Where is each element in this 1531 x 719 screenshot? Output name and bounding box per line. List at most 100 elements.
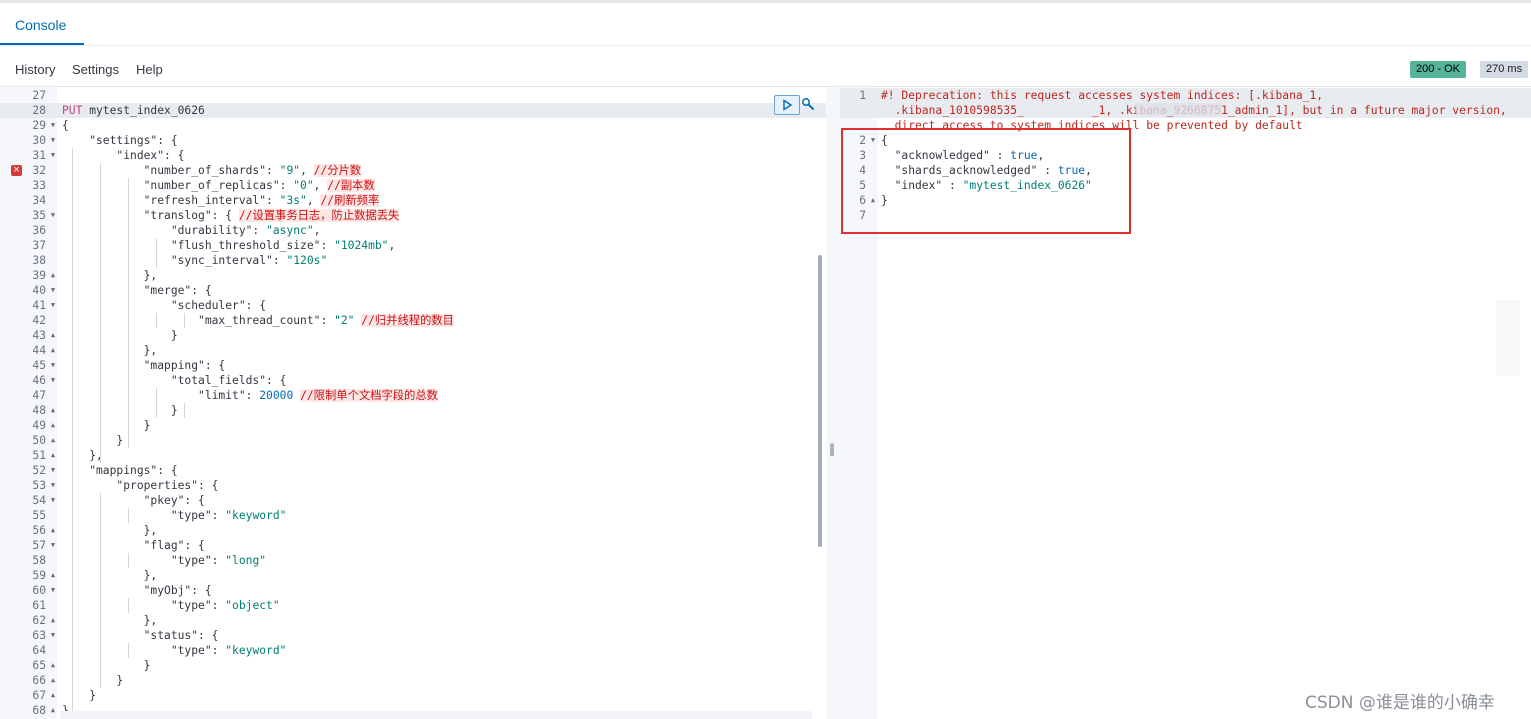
menu-help[interactable]: Help: [136, 62, 163, 77]
code-line[interactable]: 28 PUT mytest_index_0626: [0, 103, 826, 118]
code-token: "type":: [62, 554, 226, 567]
menu-settings[interactable]: Settings: [72, 62, 119, 77]
code-text: "type": "keyword": [62, 508, 287, 523]
code-line[interactable]: 55 "type": "keyword": [0, 508, 826, 523]
code-token: "status": {: [62, 629, 219, 642]
code-text: "sync_interval": "120s": [62, 253, 327, 268]
wrench-icon[interactable]: [801, 97, 815, 111]
code-line[interactable]: 27: [0, 88, 826, 103]
code-line[interactable]: 39 ▲ },: [0, 268, 826, 283]
fold-toggle-icon[interactable]: ▲: [49, 688, 57, 703]
panel-resizer[interactable]: ‖: [826, 87, 840, 719]
menu-history[interactable]: History: [15, 62, 55, 77]
code-line[interactable]: 46 ▼ "total_fields": {: [0, 373, 826, 388]
code-line[interactable]: 51 ▲ },: [0, 448, 826, 463]
line-number: 31: [32, 149, 46, 162]
code-line[interactable]: 66 ▲ }: [0, 673, 826, 688]
fold-toggle-icon[interactable]: ▲: [49, 613, 57, 628]
code-token: ,: [306, 194, 321, 207]
code-text: "max_thread_count": "2" //归并线程的数目: [62, 313, 454, 328]
fold-toggle-icon[interactable]: ▲: [49, 328, 57, 343]
fold-toggle-icon[interactable]: ▼: [49, 148, 57, 163]
code-line[interactable]: 49 ▲ }: [0, 418, 826, 433]
fold-toggle-icon[interactable]: ▲: [49, 673, 57, 688]
resize-handle-icon[interactable]: ‖: [829, 442, 835, 456]
request-scrollbar[interactable]: [818, 255, 822, 547]
request-editor[interactable]: 27 28 PUT mytest_index_0626 29 ▼{30 ▼ "settin…: [0, 87, 826, 719]
code-line[interactable]: 42 "max_thread_count": "2" //归并线程的数目: [0, 313, 826, 328]
code-line[interactable]: 38 "sync_interval": "120s": [0, 253, 826, 268]
request-horizontal-scrollbar[interactable]: [60, 711, 812, 719]
fold-toggle-icon[interactable]: ▲: [49, 568, 57, 583]
fold-toggle-icon[interactable]: ▼: [49, 133, 57, 148]
fold-toggle-icon[interactable]: ▼: [49, 358, 57, 373]
fold-toggle-icon[interactable]: ▲: [49, 268, 57, 283]
fold-toggle-icon[interactable]: ▲: [49, 703, 57, 718]
fold-toggle-icon[interactable]: ▼: [49, 283, 57, 298]
code-line[interactable]: 56 ▲ },: [0, 523, 826, 538]
line-number: 27: [32, 89, 46, 102]
code-line[interactable]: 65 ▲ }: [0, 658, 826, 673]
code-line[interactable]: 52 ▼ "mappings": {: [0, 463, 826, 478]
code-line[interactable]: 30 ▼ "settings": {: [0, 133, 826, 148]
fold-toggle-icon[interactable]: ▲: [49, 523, 57, 538]
code-line[interactable]: 62 ▲ },: [0, 613, 826, 628]
line-number: 56: [32, 524, 46, 537]
fold-toggle-icon[interactable]: ▼: [49, 463, 57, 478]
code-line[interactable]: 33 "number_of_replicas": "0", //副本数: [0, 178, 826, 193]
code-token: "durability":: [62, 224, 267, 237]
fold-toggle-icon[interactable]: ▲: [49, 403, 57, 418]
code-line[interactable]: 64 "type": "keyword": [0, 643, 826, 658]
send-request-button[interactable]: [774, 95, 800, 115]
fold-toggle-icon[interactable]: ▼: [49, 118, 57, 133]
fold-toggle-icon[interactable]: ▼: [49, 373, 57, 388]
code-line[interactable]: 1 #! Deprecation: this request accesses s…: [840, 88, 1531, 103]
code-line[interactable]: 32 × "number_of_shards": "9", //分片数: [0, 163, 826, 178]
code-line[interactable]: 37 "flush_threshold_size": "1024mb",: [0, 238, 826, 253]
code-line[interactable]: 31 ▼ "index": {: [0, 148, 826, 163]
code-line[interactable]: 60 ▼ "myObj": {: [0, 583, 826, 598]
code-line[interactable]: 45 ▼ "mapping": {: [0, 358, 826, 373]
fold-toggle-icon[interactable]: ▼: [49, 493, 57, 508]
tab-console[interactable]: Console: [15, 17, 66, 33]
code-line[interactable]: 61 "type": "object": [0, 598, 826, 613]
code-line[interactable]: 47 "limit": 20000 //限制单个文档字段的总数: [0, 388, 826, 403]
code-line[interactable]: 48 ▲ }: [0, 403, 826, 418]
code-line[interactable]: 36 "durability": "async",: [0, 223, 826, 238]
code-line[interactable]: 59 ▲ },: [0, 568, 826, 583]
fold-toggle-icon[interactable]: ▼: [49, 208, 57, 223]
fold-toggle-icon[interactable]: ▼: [49, 298, 57, 313]
code-line[interactable]: 54 ▼ "pkey": {: [0, 493, 826, 508]
code-line[interactable]: 58 "type": "long": [0, 553, 826, 568]
line-number: 30: [32, 134, 46, 147]
code-line[interactable]: 63 ▼ "status": {: [0, 628, 826, 643]
code-line[interactable]: 50 ▲ }: [0, 433, 826, 448]
code-line[interactable]: 40 ▼ "merge": {: [0, 283, 826, 298]
code-line[interactable]: 67 ▲ }: [0, 688, 826, 703]
fold-toggle-icon[interactable]: ▼: [49, 478, 57, 493]
code-line[interactable]: 35 ▼ "translog": { //设置事务日志，防止数据丢失: [0, 208, 826, 223]
code-line[interactable]: 41 ▼ "scheduler": {: [0, 298, 826, 313]
code-token: "mappings": {: [62, 464, 178, 477]
indent-guide: [156, 238, 157, 268]
line-number: 28: [32, 104, 46, 117]
fold-toggle-icon[interactable]: ▲: [49, 343, 57, 358]
code-line[interactable]: 57 ▼ "flag": {: [0, 538, 826, 553]
fold-toggle-icon[interactable]: ▼: [49, 538, 57, 553]
error-icon[interactable]: ×: [11, 165, 22, 176]
fold-toggle-icon[interactable]: ▼: [49, 628, 57, 643]
code-line[interactable]: 34 "refresh_interval": "3s", //刷新频率: [0, 193, 826, 208]
request-lines[interactable]: 27 28 PUT mytest_index_0626 29 ▼{30 ▼ "settin…: [0, 88, 826, 719]
code-line[interactable]: 29 ▼ {: [0, 118, 826, 133]
code-line[interactable]: 44 ▲ },: [0, 343, 826, 358]
fold-toggle-icon[interactable]: ▲: [49, 418, 57, 433]
code-line[interactable]: 43 ▲ }: [0, 328, 826, 343]
fold-toggle-icon[interactable]: ▲: [49, 448, 57, 463]
code-token: "flush_threshold_size":: [62, 239, 335, 252]
code-token: PUT: [62, 104, 83, 117]
code-text: "settings": {: [62, 133, 177, 148]
code-line[interactable]: 53 ▼ "properties": {: [0, 478, 826, 493]
fold-toggle-icon[interactable]: ▼: [49, 583, 57, 598]
fold-toggle-icon[interactable]: ▲: [49, 658, 57, 673]
fold-toggle-icon[interactable]: ▲: [49, 433, 57, 448]
